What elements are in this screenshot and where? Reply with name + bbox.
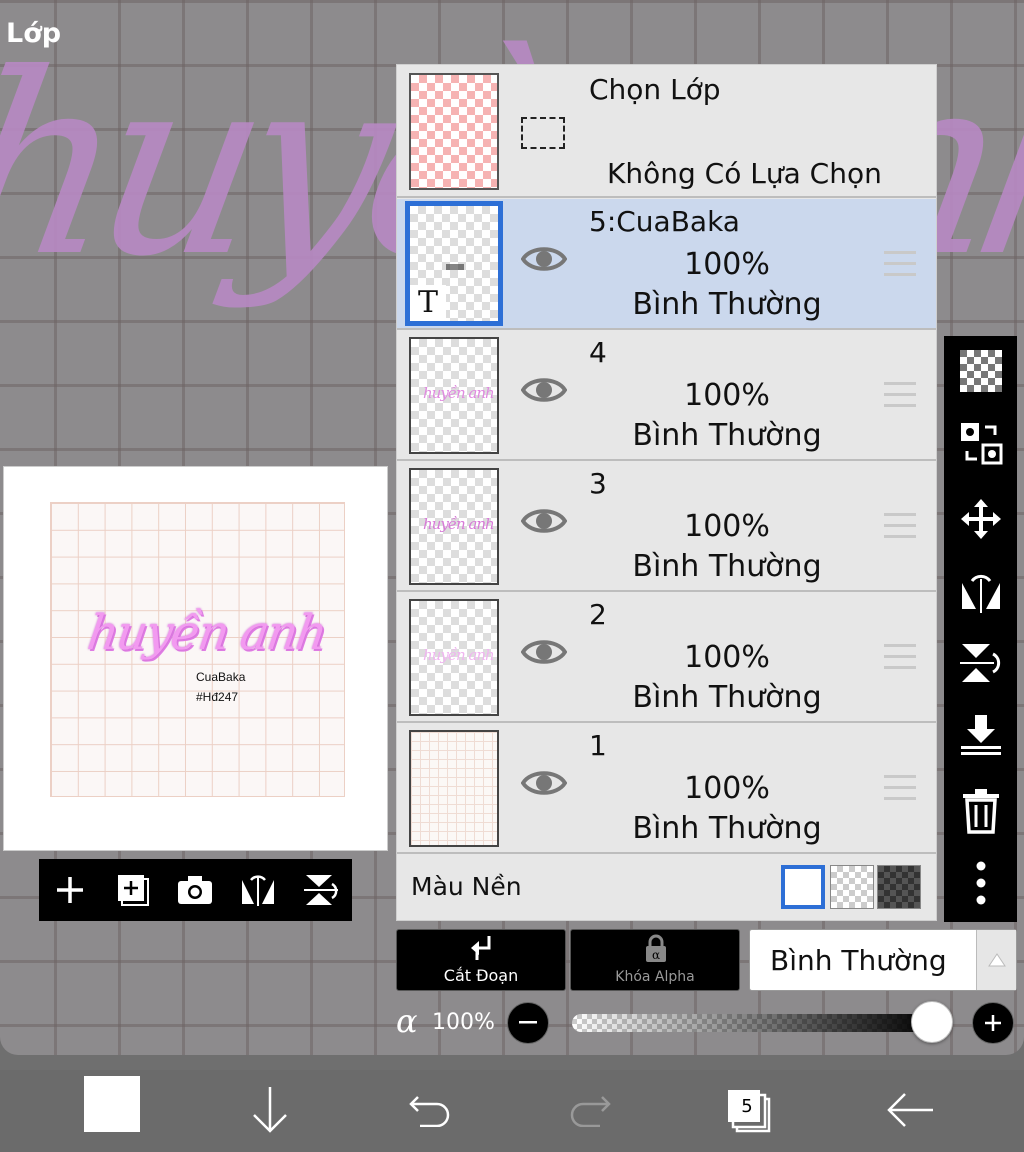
layer-thumbnail: T xyxy=(405,201,503,326)
bottom-toolbar: 5 xyxy=(0,1070,1024,1152)
background-transparent-swatch[interactable] xyxy=(830,865,874,909)
selection-status: Không Có Lựa Chọn xyxy=(607,157,882,190)
panel-title: Lớp xyxy=(6,18,62,49)
layer-thumbnail: huyền anh xyxy=(409,599,499,716)
layer-row-4[interactable]: huyền anh 4 100% Bình Thường xyxy=(397,330,936,461)
drag-handle-icon[interactable] xyxy=(884,513,916,539)
layer-opacity: 100% xyxy=(684,509,770,544)
visibility-eye-icon[interactable] xyxy=(521,243,567,275)
alpha-lock-label: Khóa Alpha xyxy=(615,969,695,985)
opacity-slider[interactable] xyxy=(572,1014,934,1032)
thumbnail-script: huyền anh xyxy=(423,646,495,664)
back-arrow-icon[interactable] xyxy=(880,1080,940,1140)
drag-handle-icon[interactable] xyxy=(884,775,916,801)
arrow-down-icon[interactable] xyxy=(240,1080,300,1140)
visibility-eye-icon[interactable] xyxy=(521,505,567,537)
swap-layers-icon[interactable] xyxy=(958,420,1004,466)
selection-title: Chọn Lớp xyxy=(589,73,721,106)
layers-count-icon[interactable]: 5 xyxy=(718,1080,778,1140)
add-layer-icon[interactable] xyxy=(50,870,90,910)
move-icon[interactable] xyxy=(958,496,1004,542)
layer-thumbnail: huyền anh xyxy=(409,468,499,585)
drag-handle-icon[interactable] xyxy=(884,644,916,670)
layer-blend-mode: Bình Thường xyxy=(632,418,822,453)
layer-opacity: 100% xyxy=(684,771,770,806)
preview-caption-2: #Hđ247 xyxy=(196,690,239,704)
visibility-eye-icon[interactable] xyxy=(521,767,567,799)
preview-caption-1: CuaBaka xyxy=(196,670,246,684)
layer-name: 3 xyxy=(589,467,607,500)
duplicate-layer-icon[interactable] xyxy=(113,870,153,910)
drag-handle-icon[interactable] xyxy=(884,382,916,408)
selection-thumbnail xyxy=(409,73,499,190)
blend-mode-value: Bình Thường xyxy=(770,944,947,977)
layer-row-3[interactable]: huyền anh 3 100% Bình Thường xyxy=(397,461,936,592)
opacity-increase-button[interactable] xyxy=(972,1002,1014,1044)
current-color-swatch[interactable] xyxy=(84,1076,140,1132)
svg-text:α: α xyxy=(652,948,660,962)
clipping-label: Cắt Đoạn xyxy=(443,966,519,985)
selection-layer-row[interactable]: Chọn Lớp Không Có Lựa Chọn xyxy=(397,65,936,198)
more-options-icon[interactable] xyxy=(958,860,1004,906)
layer-name: 2 xyxy=(589,598,607,631)
text-layer-badge: T xyxy=(410,285,446,321)
layer-row-5[interactable]: T 5:CuaBaka 100% Bình Thường xyxy=(397,199,936,330)
layer-opacity: 100% xyxy=(684,378,770,413)
visibility-eye-icon[interactable] xyxy=(521,636,567,668)
drag-handle-icon[interactable] xyxy=(884,251,916,277)
undo-icon[interactable] xyxy=(400,1080,460,1140)
thumbnail-script: huyền anh xyxy=(423,515,495,533)
redo-icon xyxy=(560,1080,620,1140)
canvas-preview: huyền anh CuaBaka #Hđ247 xyxy=(3,466,388,851)
layer-count: 5 xyxy=(741,1096,753,1117)
thumbnail-script: huyền anh xyxy=(423,384,495,402)
flip-vertical-icon[interactable] xyxy=(301,870,341,910)
checkerboard-icon[interactable] xyxy=(958,348,1004,394)
opacity-slider-knob[interactable] xyxy=(911,1001,953,1043)
blend-mode-arrow-icon[interactable] xyxy=(976,930,1016,990)
merge-down-icon[interactable] xyxy=(958,712,1004,758)
layer-opacity: 100% xyxy=(684,247,770,282)
opacity-decrease-button[interactable] xyxy=(507,1002,549,1044)
blend-mode-select[interactable]: Bình Thường xyxy=(749,929,1017,991)
trash-icon[interactable] xyxy=(958,788,1004,834)
flip-horizontal-icon[interactable] xyxy=(958,568,1004,614)
clipping-button[interactable]: Cắt Đoạn xyxy=(396,929,566,991)
layer-name: 5:CuaBaka xyxy=(589,205,740,238)
visibility-eye-icon[interactable] xyxy=(521,374,567,406)
layer-blend-mode: Bình Thường xyxy=(632,680,822,715)
background-color-label: Màu Nền xyxy=(411,872,522,901)
background-white-swatch[interactable] xyxy=(781,865,825,909)
layer-name: 4 xyxy=(589,336,607,369)
layer-blend-mode: Bình Thường xyxy=(632,549,822,584)
flip-horizontal-icon[interactable] xyxy=(238,870,278,910)
selection-marquee-icon xyxy=(521,117,565,149)
flip-vertical-icon[interactable] xyxy=(958,640,1004,686)
layer-opacity: 100% xyxy=(684,640,770,675)
layer-blend-mode: Bình Thường xyxy=(632,287,822,322)
preview-script-text: huyền anh xyxy=(84,605,330,661)
layer-thumbnail: huyền anh xyxy=(409,337,499,454)
layer-row-2[interactable]: huyền anh 2 100% Bình Thường xyxy=(397,592,936,723)
opacity-value: 100% xyxy=(432,1010,495,1035)
layer-actions-toolbar xyxy=(39,859,352,921)
layer-list-panel: Chọn Lớp Không Có Lựa Chọn T 5:CuaBaka 1… xyxy=(396,64,937,921)
layer-row-1[interactable]: 1 100% Bình Thường xyxy=(397,723,936,854)
layer-thumbnail xyxy=(409,730,499,847)
camera-icon[interactable] xyxy=(175,870,215,910)
layer-tools-toolbar xyxy=(944,336,1017,922)
opacity-control: α 100% xyxy=(396,1000,1024,1046)
layer-name: 1 xyxy=(589,729,607,762)
background-color-row: Màu Nền xyxy=(397,852,936,920)
layer-blend-mode: Bình Thường xyxy=(632,811,822,846)
alpha-lock-button[interactable]: α Khóa Alpha xyxy=(570,929,740,991)
lock-icon: α xyxy=(646,934,666,962)
background-dark-swatch[interactable] xyxy=(877,865,921,909)
clip-arrow-icon xyxy=(471,936,491,960)
alpha-symbol: α xyxy=(396,1002,418,1040)
